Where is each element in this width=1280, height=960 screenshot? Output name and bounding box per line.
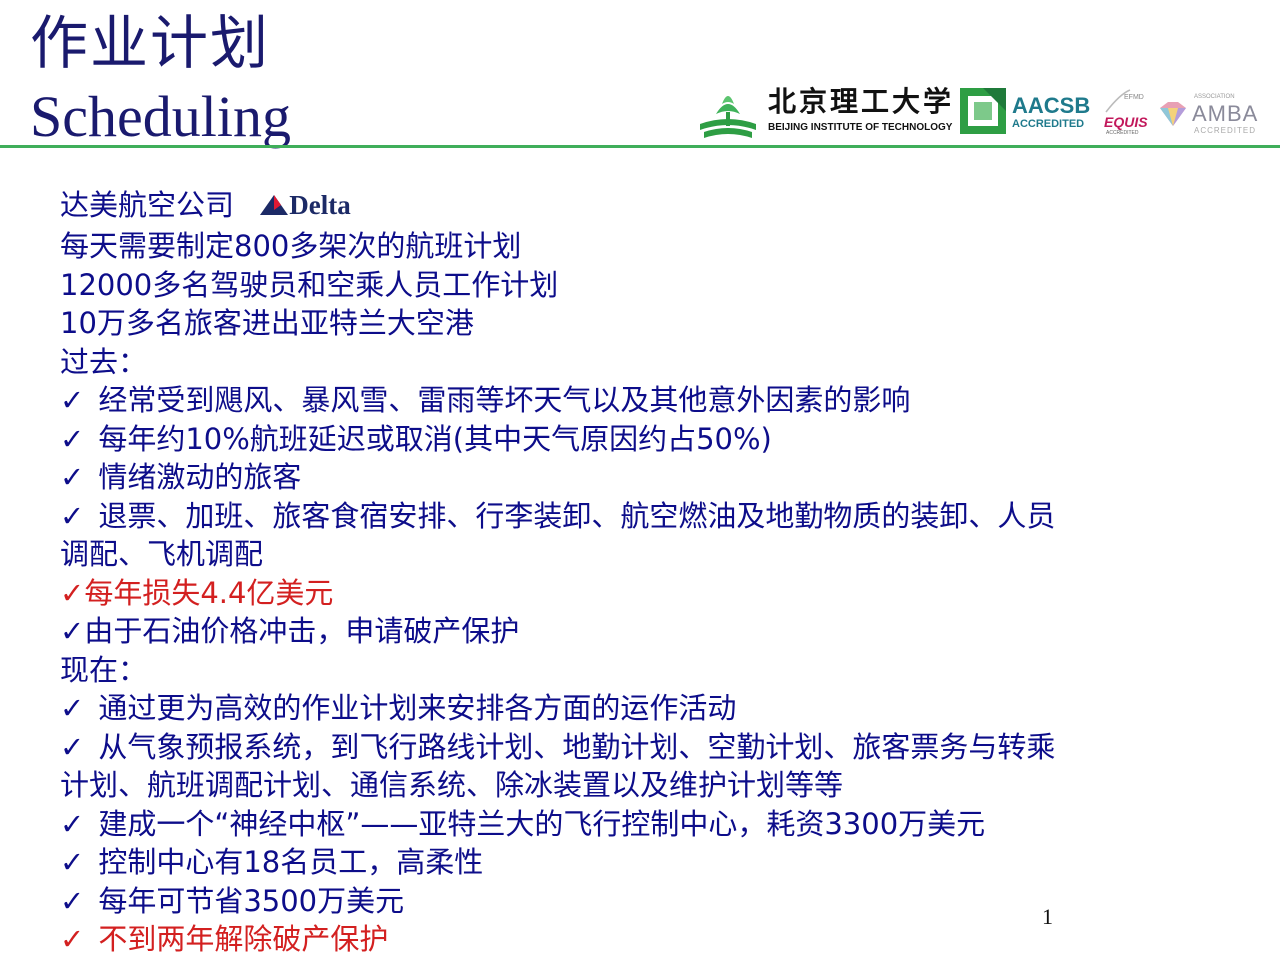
aacsb-main-text: AACSB [1012, 93, 1091, 118]
check-icon: ✓ [60, 806, 85, 841]
past-loss-item: ✓每年损失4.4亿美元 [60, 574, 1260, 613]
now-item: ✓ 建成一个“神经中枢”——亚特兰大的飞行控制中心，耗资3300万美元 [60, 805, 1260, 844]
text-line: 12000多名驾驶员和空乘人员工作计划 [60, 267, 559, 302]
amba-logo: ASSOCIATION AMBA ACCREDITED [1156, 90, 1266, 136]
delta-wordmark: Delta [289, 189, 351, 220]
past-item: ✓ 每年约10%航班延迟或取消(其中天气原因约占50%) [60, 420, 1260, 459]
delta-triangle-icon [260, 194, 289, 215]
equis-main-text: EQUIS [1104, 114, 1148, 130]
check-icon: ✓ [60, 922, 85, 957]
now-item-continued: 计划、航班调配计划、通信系统、除冰装置以及维护计划等等 [60, 768, 844, 803]
aacsb-logo: AACSB ACCREDITED [1012, 93, 1091, 131]
past-item: ✓ 情绪激动的旅客 [60, 458, 1260, 497]
check-icon: ✓ [60, 460, 85, 495]
bit-square-icon [960, 88, 1006, 134]
delta-logo: Delta [259, 184, 351, 224]
past-loss-text: 每年损失4.4亿美元 [84, 575, 334, 610]
amba-gem-icon [1160, 102, 1186, 126]
slide-content: 达美航空公司 Delta 每天需要制定800多架次的航班计划 12000多名驾驶… [60, 186, 1260, 959]
past-item-text: 退票、加班、旅客食宿安排、行李装卸、航空燃油及地勤物质的装卸、人员 [98, 498, 1056, 533]
now-item: ✓ 每年可节省3500万美元 [60, 882, 1260, 921]
now-item-text: 通过更为高效的作业计划来安排各方面的运作活动 [98, 691, 737, 726]
now-item-text: 建成一个“神经中枢”——亚特兰大的飞行控制中心，耗资3300万美元 [98, 806, 986, 841]
check-icon: ✓ [60, 729, 85, 764]
past-item-text: 每年约10%航班延迟或取消(其中天气原因约占50%) [98, 421, 772, 456]
check-icon: ✓ [60, 498, 85, 533]
check-icon: ✓ [60, 691, 85, 726]
past-bankruptcy-item: ✓由于石油价格冲击，申请破产保护 [60, 612, 1260, 651]
aacsb-sub-text: ACCREDITED [1012, 118, 1085, 130]
text-line: 10万多名旅客进出亚特兰大空港 [60, 306, 474, 341]
equis-sub-text: ACCREDITED [1106, 130, 1139, 136]
page-number: 1 [1042, 904, 1053, 929]
now-item: ✓ 控制中心有18名员工，高柔性 [60, 843, 1260, 882]
amba-assoc-text: ASSOCIATION [1194, 94, 1235, 100]
bit-emblem-icon [700, 96, 756, 138]
now-item: ✓ 通过更为高效的作业计划来安排各方面的运作活动 [60, 689, 1260, 728]
slide-title-en: Scheduling [30, 84, 291, 149]
text-line: 每天需要制定800多架次的航班计划 [60, 229, 522, 264]
past-item-continued: 调配、飞机调配 [60, 537, 264, 572]
past-heading: 过去： [60, 344, 148, 379]
check-icon: ✓ [60, 883, 85, 918]
now-result-text: 不到两年解除破产保护 [98, 922, 389, 957]
past-item-text: 情绪激动的旅客 [98, 460, 302, 495]
equis-logo: EFMD EQUIS ACCREDITED [1100, 86, 1150, 138]
check-icon: ✓ [60, 614, 85, 649]
company-line: 达美航空公司 Delta [60, 186, 1260, 227]
company-name: 达美航空公司 [60, 188, 235, 222]
bit-name-cn: 北京理工大学 [768, 85, 955, 118]
bit-name-en: BEIJING INSTITUTE OF TECHNOLOGY [768, 122, 953, 133]
now-result-item: ✓ 不到两年解除破产保护 [60, 920, 1260, 959]
now-item: ✓ 从气象预报系统，到飞行路线计划、地勤计划、空勤计划、旅客票务与转乘 [60, 728, 1260, 767]
now-heading: 现在： [60, 652, 148, 687]
past-item: ✓ 经常受到飓风、暴风雪、雷雨等坏天气以及其他意外因素的影响 [60, 381, 1260, 420]
check-icon: ✓ [60, 845, 85, 880]
amba-main-text: AMBA [1192, 101, 1259, 126]
logo-bar: 北京理工大学 BEIJING INSTITUTE OF TECHNOLOGY A… [696, 84, 1266, 140]
amba-sub-text: ACCREDITED [1194, 126, 1257, 135]
equis-top-text: EFMD [1124, 94, 1144, 101]
check-icon: ✓ [60, 383, 85, 418]
slide-title-cn: 作业计划 [30, 9, 271, 77]
header-rule [0, 145, 1280, 148]
past-item-text: 经常受到飓风、暴风雪、雷雨等坏天气以及其他意外因素的影响 [98, 383, 911, 418]
equis-swoosh-icon [1105, 89, 1131, 113]
now-item-text: 每年可节省3500万美元 [98, 883, 405, 918]
now-item-text: 控制中心有18名员工，高柔性 [98, 845, 484, 880]
check-icon: ✓ [60, 421, 85, 456]
past-bankruptcy-text: 由于石油价格冲击，申请破产保护 [84, 614, 520, 649]
now-item-text: 从气象预报系统，到飞行路线计划、地勤计划、空勤计划、旅客票务与转乘 [98, 729, 1056, 764]
past-item: ✓ 退票、加班、旅客食宿安排、行李装卸、航空燃油及地勤物质的装卸、人员 [60, 497, 1260, 536]
check-icon: ✓ [60, 575, 85, 610]
